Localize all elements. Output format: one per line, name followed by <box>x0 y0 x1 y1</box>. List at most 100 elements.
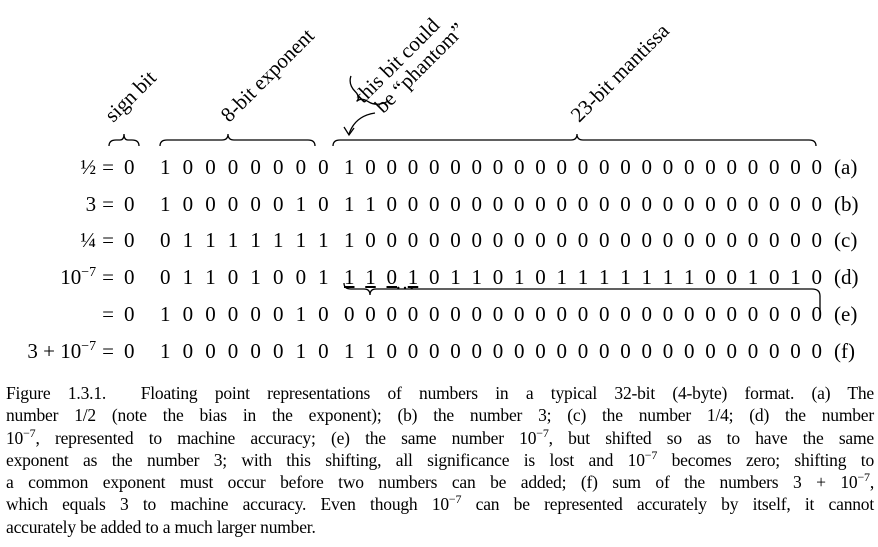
bit: 0 <box>407 302 419 326</box>
bit: 1 <box>344 155 355 179</box>
bit: 0 <box>450 302 461 326</box>
bit: 0 <box>429 302 440 326</box>
equals-sign: = <box>102 155 114 179</box>
bit: 1 <box>365 265 376 289</box>
bit: 0 <box>684 192 695 216</box>
mantissa-bits: 11000000000000000000000 <box>344 336 833 366</box>
bit: 0 <box>726 339 738 363</box>
bit: 0 <box>747 155 759 179</box>
sign-bit: 0 <box>124 302 135 326</box>
bit: 1 <box>250 265 261 289</box>
row-value-label: ½ = <box>80 152 120 182</box>
bit: 0 <box>365 302 376 326</box>
figure-page: { "labels": { "sign": "sign bit", "expon… <box>0 0 878 547</box>
bit: 0 <box>295 265 307 289</box>
exponent-bits: 10000000 <box>160 152 341 182</box>
bit: 0 <box>471 228 483 252</box>
bit: 0 <box>620 302 631 326</box>
row-tag: (a) <box>834 155 858 179</box>
bit: 0 <box>556 155 568 179</box>
phantom-arrow <box>348 112 376 135</box>
bit: 1 <box>318 228 329 252</box>
bit: 0 <box>429 155 440 179</box>
bit: 0 <box>471 339 483 363</box>
bit: 1 <box>365 192 376 216</box>
bit: 0 <box>250 302 261 326</box>
bit: 0 <box>492 302 504 326</box>
mantissa-bits: 00000000000000000000000 <box>344 299 833 329</box>
bit: 1 <box>514 265 525 289</box>
bit: 0 <box>726 228 738 252</box>
row-tag: (b) <box>834 192 859 216</box>
bit: 1 <box>318 265 329 289</box>
bit: 0 <box>492 339 504 363</box>
bit: 0 <box>227 192 239 216</box>
bit: 1 <box>227 228 239 252</box>
ellipsis: … <box>395 272 417 294</box>
bit: 0 <box>160 228 171 252</box>
bit: 0 <box>407 192 419 216</box>
sign-bit: 0 <box>124 228 135 252</box>
bit: 0 <box>769 265 780 289</box>
bit-row: ½ = 0 1 0 0 0 0 0 0 0 1 0 0 0 0 0 0 0 0 0 0 0 0 0 0 0 0 0 0 0 0 0 0 (a) <box>0 152 878 182</box>
caption-text: exponent as the number 3; with this shif… <box>6 449 645 470</box>
bit: 0 <box>641 339 653 363</box>
bit: 0 <box>641 228 653 252</box>
bit: 0 <box>386 228 398 252</box>
bit: 0 <box>726 192 738 216</box>
bit: 0 <box>577 228 589 252</box>
bit: 0 <box>492 192 504 216</box>
bit: 0 <box>535 302 546 326</box>
bit: 0 <box>514 302 525 326</box>
bit: 0 <box>705 302 716 326</box>
bit: 1 <box>365 339 376 363</box>
exponent-bits: 10000010 <box>160 189 341 219</box>
bit: 1 <box>471 265 483 289</box>
bit-row: ¼ = 0 0 1 1 1 1 1 1 1 1 0 0 0 0 0 0 0 0 0 0 0 0 0 0 0 0 0 0 0 0 0 0 (c) <box>0 225 878 255</box>
value-text: 10 <box>60 265 82 289</box>
bit: 0 <box>684 155 695 179</box>
bit: 0 <box>599 302 610 326</box>
value-text: ¼ <box>80 228 97 252</box>
bit: 0 <box>250 192 261 216</box>
bit: 0 <box>811 339 823 363</box>
bit: 1 <box>182 265 194 289</box>
sign-bit: 0 <box>124 155 135 179</box>
bit: 0 <box>705 265 716 289</box>
bit: 0 <box>514 228 525 252</box>
bit: 1 <box>344 192 355 216</box>
row-value-label: 3 = <box>86 189 120 219</box>
bit: 1 <box>450 265 461 289</box>
bit: 0 <box>599 339 610 363</box>
bit: 0 <box>205 155 216 179</box>
sign-bit: 0 <box>124 265 135 289</box>
bit: 1 <box>790 265 801 289</box>
caption-text: becomes zero; shifting to <box>657 449 875 470</box>
bit: 1 <box>205 265 216 289</box>
bit: 1 <box>205 228 216 252</box>
bit: 0 <box>641 302 653 326</box>
bit: 0 <box>705 155 716 179</box>
caption-text: accurately be added to a much larger num… <box>6 516 316 537</box>
bit: 0 <box>205 192 216 216</box>
bit: 0 <box>272 155 284 179</box>
bit: 0 <box>429 339 440 363</box>
sign-bit: 0 <box>124 192 135 216</box>
bit: 0 <box>747 302 759 326</box>
bit: 0 <box>227 155 239 179</box>
bit: 0 <box>492 155 504 179</box>
bit: 0 <box>747 339 759 363</box>
bit: 0 <box>318 339 329 363</box>
bit: 0 <box>726 155 738 179</box>
row-value-label: 10−7 = <box>60 262 120 292</box>
bit: 0 <box>620 339 631 363</box>
bit: 0 <box>620 228 631 252</box>
bit: 1 <box>577 265 589 289</box>
bit: 0 <box>726 302 738 326</box>
figure-caption: Figure 1.3.1. Floating point representat… <box>6 382 874 538</box>
bit: 0 <box>705 228 716 252</box>
mantissa-bits: 10000000000000000000000 <box>344 152 833 182</box>
bit: 0 <box>272 192 284 216</box>
caption-line: which equals 3 to machine accuracy. Even… <box>6 493 874 515</box>
bit: 0 <box>535 265 546 289</box>
